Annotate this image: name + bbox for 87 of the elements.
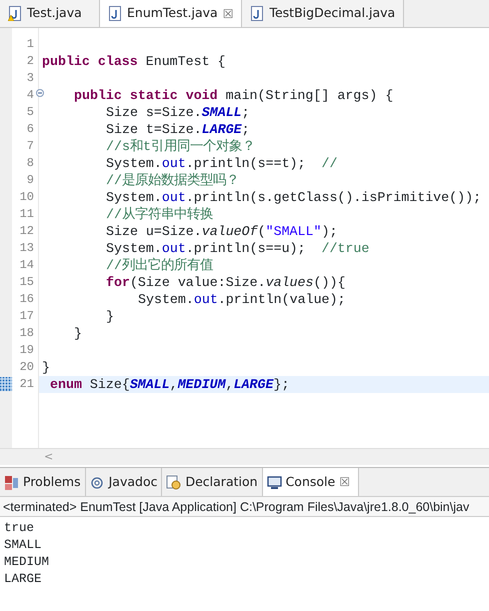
console-output-line: MEDIUM [3, 554, 50, 571]
code-text: } [42, 360, 50, 375]
code-text: ; [242, 122, 250, 137]
enum-constant: LARGE [234, 377, 274, 392]
field-name: out [162, 156, 186, 171]
code-text: ( [258, 224, 266, 239]
code-text: , [170, 377, 178, 392]
method-name: values [266, 275, 314, 290]
console-output-line: SMALL [3, 537, 43, 554]
line-number: 7 [26, 139, 34, 153]
enum-constant: LARGE [202, 122, 242, 137]
close-button[interactable]: ☒ [339, 475, 350, 489]
line-number: 4 [26, 88, 34, 102]
code-text: Size t=Size. [106, 122, 202, 137]
line-number: 14 [20, 258, 34, 272]
code-text: (Size value:Size. [130, 275, 266, 290]
code-text: main(String[] args) { [224, 88, 394, 103]
code-comment: //列出它的所有值 [106, 258, 213, 273]
line-number: 19 [20, 343, 34, 357]
field-name: out [194, 292, 218, 307]
code-text: Size s=Size. [106, 105, 202, 120]
code-text: EnumTest { [144, 54, 226, 69]
field-name: out [162, 190, 186, 205]
line-number: 6 [26, 122, 34, 136]
enum-constant: SMALL [130, 377, 170, 392]
keyword: for [106, 275, 130, 290]
code-text: , [226, 377, 234, 392]
keyword: public static void [74, 88, 218, 103]
code-text: .println(s==t); [186, 156, 307, 171]
code-text: } [106, 309, 114, 324]
code-text: .println(s==u); [186, 241, 307, 256]
problems-icon [4, 474, 19, 490]
view-tab[interactable]: Console ☒ [262, 468, 359, 496]
line-number: 13 [20, 241, 34, 255]
code-comment: //是原始数据类型吗？ [106, 173, 239, 188]
code-text: System. [106, 190, 162, 205]
code-text: ()){ [314, 275, 346, 290]
console-output-line: true [3, 520, 36, 537]
code-text: Size u=Size. [106, 224, 202, 239]
code-text: System. [106, 156, 162, 171]
line-number: 2 [26, 54, 34, 68]
line-number: 12 [20, 224, 34, 238]
code-text: System. [106, 241, 162, 256]
console-icon [266, 474, 282, 490]
code-text: ); [321, 224, 338, 239]
line-number: 21 [20, 377, 34, 391]
view-tab[interactable]: Javadoc [86, 468, 162, 496]
java-file-warning-icon [8, 6, 22, 21]
editor-tab[interactable]: EnumTest.java ☒ [100, 0, 242, 27]
code-comment: //s和t引用同一个对象？ [106, 139, 255, 154]
code-comment: //从字符串中转换 [106, 207, 213, 222]
keyword: enum [50, 377, 82, 392]
enum-constant: SMALL [202, 105, 242, 120]
line-number: 18 [20, 326, 34, 340]
console-header: <terminated> EnumTest [Java Application] C:\Program Files\Java\jre1.8.0_60\bin\jav [0, 497, 489, 517]
string-literal: "SMALL" [266, 224, 322, 239]
view-tab[interactable]: Problems [0, 468, 86, 496]
code-text: ; [242, 105, 250, 120]
line-number: 11 [20, 207, 34, 221]
enum-constant: MEDIUM [178, 377, 226, 392]
code-text: Size{ [88, 377, 130, 392]
line-number: 3 [26, 71, 34, 85]
line-number: 9 [26, 173, 34, 187]
java-file-icon [108, 6, 122, 21]
line-number: 5 [26, 105, 34, 119]
console-output-line: LARGE [3, 571, 43, 588]
line-number: 20 [20, 360, 34, 374]
field-name: out [162, 241, 186, 256]
line-number: 15 [20, 275, 34, 289]
code-text: .println(value); [218, 292, 346, 307]
line-number: 1 [26, 37, 34, 51]
code-comment: // [321, 156, 338, 171]
line-number: 8 [26, 156, 34, 170]
keyword: public class [42, 54, 138, 69]
close-button[interactable]: ☒ [222, 6, 234, 20]
code-text: .println(s.getClass().isPrimitive()); [186, 190, 482, 205]
line-number: 16 [20, 292, 34, 306]
code-comment: //true [321, 241, 370, 256]
code-text: System. [138, 292, 194, 307]
code-text: } [74, 326, 82, 341]
method-name: valueOf [202, 224, 258, 239]
java-file-icon [250, 6, 264, 21]
declaration-icon [166, 474, 182, 490]
view-tab[interactable]: Declaration [162, 468, 263, 496]
line-number: 17 [20, 309, 34, 323]
line-number: 10 [20, 190, 34, 204]
code-text: }; [273, 377, 290, 392]
